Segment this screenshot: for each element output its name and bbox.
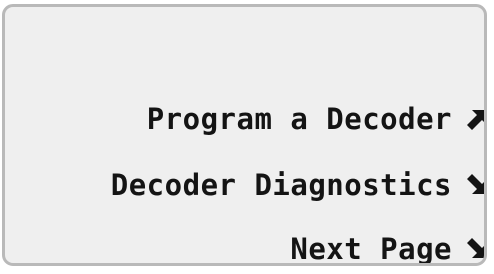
menu-item-next-page[interactable]: Next Page xyxy=(290,229,484,266)
arrow-up-right-icon xyxy=(466,107,484,131)
arrow-down-right-icon xyxy=(466,237,484,261)
arrow-down-right-icon xyxy=(466,173,484,197)
menu-item-program-decoder[interactable]: Program a Decoder xyxy=(147,99,484,139)
menu-item-label: Next Page xyxy=(290,232,452,266)
lcd-screen: Program a Decoder Decoder Diagnostics Ne… xyxy=(2,4,487,266)
menu-item-decoder-diagnostics[interactable]: Decoder Diagnostics xyxy=(111,165,484,205)
menu-item-label: Decoder Diagnostics xyxy=(110,168,452,202)
menu-item-label: Program a Decoder xyxy=(146,102,452,136)
